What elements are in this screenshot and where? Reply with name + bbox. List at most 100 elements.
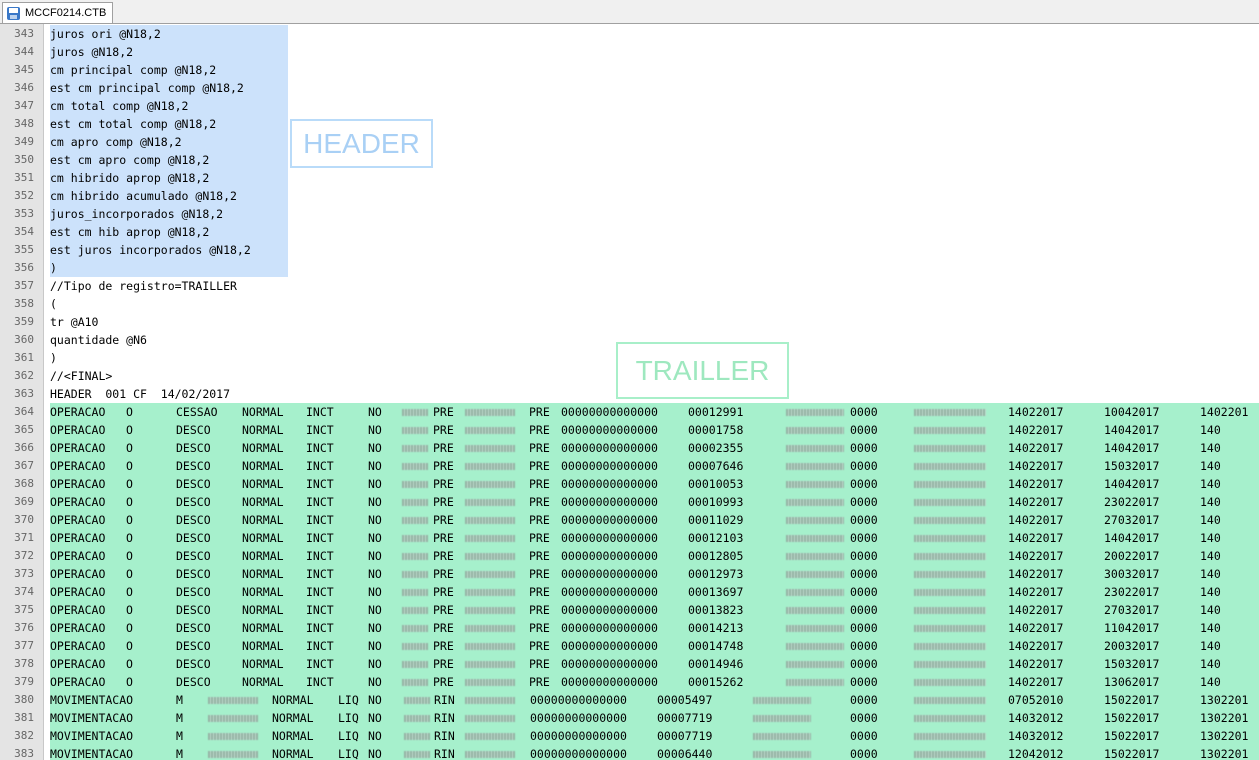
record-field: DESCO bbox=[176, 657, 211, 671]
record-field: 0000 bbox=[850, 477, 878, 491]
record-field: PRE bbox=[433, 459, 454, 473]
redacted-field bbox=[465, 655, 515, 673]
code-line[interactable]: 347 cm total comp @N18,2 bbox=[0, 97, 1259, 115]
record-field: 0000 bbox=[850, 585, 878, 599]
code-line[interactable]: 356) bbox=[0, 259, 1259, 277]
code-line[interactable]: 349 cm apro comp @N18,2 bbox=[0, 133, 1259, 151]
record-field: 14022017 bbox=[1008, 657, 1064, 671]
code-line[interactable]: 374 OPERACAO O DESCO NORMAL INCT NO PRE PRE 00000… bbox=[0, 583, 1259, 601]
record-field: RIN bbox=[434, 693, 455, 707]
record-field: PRE bbox=[529, 675, 550, 689]
code-line[interactable]: 355 est juros incorporados @N18,2 bbox=[0, 241, 1259, 259]
code-line[interactable]: 344 juros @N18,2 bbox=[0, 43, 1259, 61]
record-field: DESCO bbox=[176, 675, 211, 689]
redacted-field bbox=[465, 727, 515, 745]
record-field: INCT bbox=[306, 459, 334, 473]
record-field: 11042017 bbox=[1104, 621, 1160, 635]
record-field: INCT bbox=[306, 639, 334, 653]
redacted-field bbox=[786, 403, 844, 421]
code-line[interactable]: 346 est cm principal comp @N18,2 bbox=[0, 79, 1259, 97]
record-field: PRE bbox=[529, 639, 550, 653]
record-field: 140 bbox=[1200, 495, 1221, 509]
record-field: 00006440 bbox=[657, 747, 713, 760]
record-field: LIQ bbox=[338, 693, 359, 707]
record-field: PRE bbox=[529, 621, 550, 635]
code-line[interactable]: 354 est cm hib aprop @N18,2 bbox=[0, 223, 1259, 241]
code-line[interactable]: 381 MOVIMENTACAO M NORMAL LIQ NO RIN 0000000000… bbox=[0, 709, 1259, 727]
record-field: 1302201 bbox=[1200, 729, 1249, 743]
line-number: 375 bbox=[14, 603, 34, 616]
record-field: RIN bbox=[434, 711, 455, 725]
code-line[interactable]: 366 OPERACAO O DESCO NORMAL INCT NO PRE PRE 00000… bbox=[0, 439, 1259, 457]
code-line[interactable]: 364 OPERACAO O CESSAO NORMAL INCT NO PRE PRE 0000… bbox=[0, 403, 1259, 421]
record-field: NORMAL bbox=[242, 675, 284, 689]
record-field: PRE bbox=[529, 531, 550, 545]
file-tab[interactable]: MCCF0214.CTB bbox=[2, 2, 114, 23]
code-line[interactable]: 379 OPERACAO O DESCO NORMAL INCT NO PRE PRE 00000… bbox=[0, 673, 1259, 691]
redacted-field bbox=[402, 493, 428, 511]
code-line[interactable]: 358 ( bbox=[0, 295, 1259, 313]
record-field: 140 bbox=[1200, 423, 1221, 437]
code-line[interactable]: 382 MOVIMENTACAO M NORMAL LIQ NO RIN 0000000000… bbox=[0, 727, 1259, 745]
record-field: 00015262 bbox=[688, 675, 744, 689]
record-field: 14022017 bbox=[1008, 639, 1064, 653]
record-field: DESCO bbox=[176, 567, 211, 581]
code-line[interactable]: 370 OPERACAO O DESCO NORMAL INCT NO PRE PRE 00000… bbox=[0, 511, 1259, 529]
record-field: 00007719 bbox=[657, 711, 713, 725]
redacted-field bbox=[404, 709, 430, 727]
record-field: 0000 bbox=[850, 693, 878, 707]
code-line[interactable]: 350 est cm apro comp @N18,2 bbox=[0, 151, 1259, 169]
record-field: O bbox=[126, 423, 133, 437]
code-line[interactable]: 352 cm hibrido acumulado @N18,2 bbox=[0, 187, 1259, 205]
line-text: ) bbox=[50, 351, 57, 365]
code-line[interactable]: 373 OPERACAO O DESCO NORMAL INCT NO PRE PRE 00000… bbox=[0, 565, 1259, 583]
code-line[interactable]: 377 OPERACAO O DESCO NORMAL INCT NO PRE PRE 00000… bbox=[0, 637, 1259, 655]
redacted-field bbox=[914, 475, 986, 493]
code-line[interactable]: 353 juros_incorporados @N18,2 bbox=[0, 205, 1259, 223]
record-field: NORMAL bbox=[242, 603, 284, 617]
record-field: PRE bbox=[433, 585, 454, 599]
record-field: 14022017 bbox=[1008, 441, 1064, 455]
redacted-field bbox=[914, 709, 986, 727]
code-line[interactable]: 376 OPERACAO O DESCO NORMAL INCT NO PRE PRE 00000… bbox=[0, 619, 1259, 637]
record-field: NO bbox=[368, 639, 382, 653]
code-line[interactable]: 372 OPERACAO O DESCO NORMAL INCT NO PRE PRE 00000… bbox=[0, 547, 1259, 565]
record-field: 14042017 bbox=[1104, 531, 1160, 545]
line-text: OPERACAO O DESCO NORMAL INCT NO PRE PRE 00000000… bbox=[50, 565, 1259, 583]
redacted-field bbox=[465, 475, 515, 493]
code-line[interactable]: 380 MOVIMENTACAO M NORMAL LIQ NO RIN 0000000000… bbox=[0, 691, 1259, 709]
line-number: 344 bbox=[14, 45, 34, 58]
code-line[interactable]: 348 est cm total comp @N18,2 bbox=[0, 115, 1259, 133]
line-text: juros @N18,2 bbox=[50, 43, 288, 61]
code-line[interactable]: 383 MOVIMENTACAO M NORMAL LIQ NO RIN 0000000000… bbox=[0, 745, 1259, 760]
code-line[interactable]: 375 OPERACAO O DESCO NORMAL INCT NO PRE PRE 00000… bbox=[0, 601, 1259, 619]
code-line[interactable]: 343 juros ori @N18,2 bbox=[0, 25, 1259, 43]
record-field: OPERACAO bbox=[50, 639, 106, 653]
record-field: NORMAL bbox=[242, 459, 284, 473]
record-field: 13062017 bbox=[1104, 675, 1160, 689]
line-text: est juros incorporados @N18,2 bbox=[50, 241, 288, 259]
redacted-field bbox=[465, 529, 515, 547]
code-line[interactable]: 371 OPERACAO O DESCO NORMAL INCT NO PRE PRE 00000… bbox=[0, 529, 1259, 547]
code-line[interactable]: 357 //Tipo de registro=TRAILLER bbox=[0, 277, 1259, 295]
record-field: PRE bbox=[529, 477, 550, 491]
line-text: HEADER 001 CF 14/02/2017 bbox=[50, 387, 231, 401]
record-field: 20022017 bbox=[1104, 549, 1160, 563]
code-line[interactable]: 365 OPERACAO O DESCO NORMAL INCT NO PRE PRE 00000… bbox=[0, 421, 1259, 439]
record-field: PRE bbox=[529, 549, 550, 563]
record-field: OPERACAO bbox=[50, 495, 106, 509]
code-line[interactable]: 378 OPERACAO O DESCO NORMAL INCT NO PRE PRE 00000… bbox=[0, 655, 1259, 673]
line-text: OPERACAO O DESCO NORMAL INCT NO PRE PRE 00000000… bbox=[50, 583, 1259, 601]
record-field: 00000000000000 bbox=[530, 711, 627, 725]
redacted-field bbox=[914, 565, 986, 583]
code-line[interactable]: 345 cm principal comp @N18,2 bbox=[0, 61, 1259, 79]
code-line[interactable]: 369 OPERACAO O DESCO NORMAL INCT NO PRE PRE 00000… bbox=[0, 493, 1259, 511]
line-number: 357 bbox=[14, 279, 34, 292]
record-field: NO bbox=[368, 423, 382, 437]
record-field: 0000 bbox=[850, 531, 878, 545]
redacted-field bbox=[402, 475, 428, 493]
code-line[interactable]: 368 OPERACAO O DESCO NORMAL INCT NO PRE PRE 00000… bbox=[0, 475, 1259, 493]
code-line[interactable]: 367 OPERACAO O DESCO NORMAL INCT NO PRE PRE 00000… bbox=[0, 457, 1259, 475]
code-line[interactable]: 351 cm hibrido aprop @N18,2 bbox=[0, 169, 1259, 187]
code-line[interactable]: 359 tr @A10 bbox=[0, 313, 1259, 331]
